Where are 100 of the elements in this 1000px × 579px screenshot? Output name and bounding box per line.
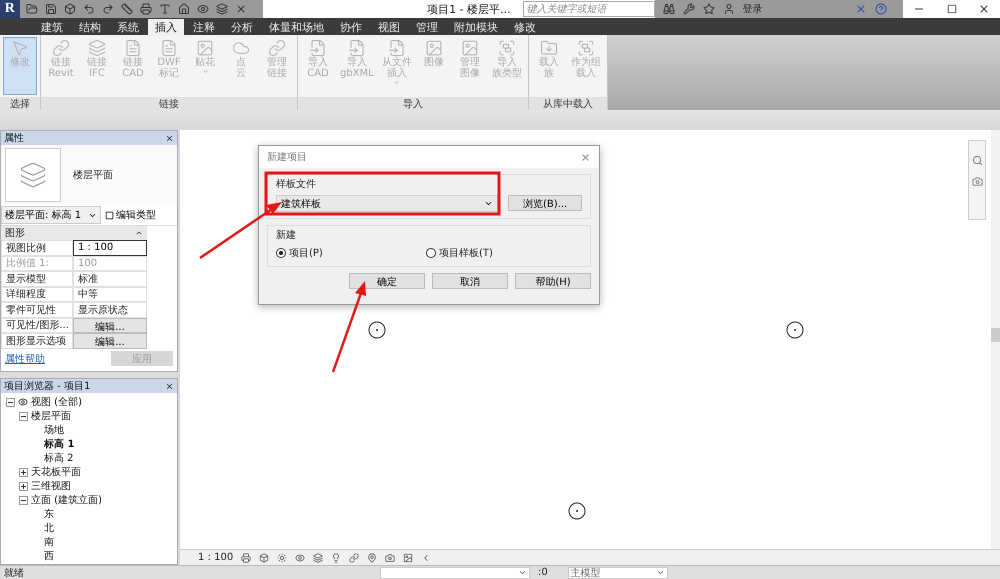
ribbon-tab[interactable]: 注释 (186, 20, 222, 35)
collapse-icon[interactable] (19, 496, 28, 504)
ribbon-tab[interactable]: 协作 (333, 20, 369, 35)
tree-item[interactable]: 立面 (建筑立面) (31, 493, 102, 507)
close-icon[interactable] (165, 382, 174, 390)
tree-item[interactable]: 北 (44, 521, 54, 535)
property-label: 详细程度 (1, 286, 73, 302)
toolbar-icon[interactable] (64, 3, 76, 15)
toolbar-icon[interactable] (26, 3, 38, 15)
view-control-icon[interactable] (367, 552, 378, 562)
maximize-icon (946, 4, 956, 14)
ribbon-tab[interactable]: 分析 (224, 20, 260, 35)
star-icon[interactable] (702, 3, 715, 15)
view-control-icon[interactable] (385, 552, 396, 562)
toolbar-icon[interactable] (140, 3, 152, 15)
ribbon-tool-icon (576, 39, 595, 57)
close-icon (978, 3, 990, 15)
view-control-icon[interactable] (259, 552, 270, 562)
expand-icon[interactable] (19, 482, 28, 490)
toolbar-icon[interactable] (196, 3, 209, 15)
tree-item[interactable]: 楼层平面 (31, 409, 71, 423)
toolbar-icon[interactable] (158, 3, 171, 15)
ribbon-tab[interactable]: 体量和场地 (262, 20, 331, 35)
radio-option[interactable]: 项目(P) (276, 246, 426, 260)
tree-item[interactable]: 场地 (44, 423, 64, 437)
toolbar-icon[interactable] (44, 3, 57, 15)
ribbon-tab[interactable]: 附加模块 (447, 20, 505, 35)
caret-icon (518, 568, 527, 577)
close-icon[interactable] (165, 134, 174, 142)
tree-item[interactable]: 天花板平面 (31, 465, 81, 479)
sign-in-link[interactable]: 登录 (742, 2, 763, 16)
dialog-button[interactable]: 取消 (432, 273, 508, 289)
ribbon-tab[interactable]: 系统 (110, 20, 146, 35)
view-control-icon[interactable] (313, 552, 324, 562)
camera-icon[interactable] (972, 176, 982, 187)
panel-title: 导入 (402, 98, 423, 110)
tree-item[interactable]: 三维视图 (31, 479, 71, 493)
toolbar-icon[interactable] (216, 3, 228, 15)
dialog-button[interactable]: 确定 (349, 273, 425, 289)
expand-icon[interactable] (19, 468, 28, 476)
toolbar-icon[interactable] (102, 3, 114, 15)
tree-item[interactable]: 标高 1 (44, 437, 74, 451)
type-selector[interactable]: 楼层平面: 标高 1 (1, 206, 101, 224)
property-value: 100 (73, 256, 147, 271)
help-link[interactable]: 属性帮助 (5, 352, 45, 366)
view-control-icon[interactable] (277, 552, 288, 562)
ribbon-tab[interactable]: 结构 (72, 20, 108, 35)
template-dropdown[interactable]: 建筑样板 (276, 195, 498, 212)
ribbon-tool-icon (196, 39, 214, 57)
toolbar-icon[interactable] (234, 3, 247, 15)
view-control-icon[interactable] (349, 552, 360, 562)
browse-button[interactable]: 浏览(B)... (508, 195, 582, 211)
edit-type-button[interactable]: 编辑类型 (105, 208, 156, 222)
ribbon-tab[interactable]: 视图 (371, 20, 407, 35)
toolbar-icon[interactable] (178, 3, 190, 15)
app-logo[interactable]: R (0, 0, 20, 18)
radio-option[interactable]: 项目样板(T) (426, 246, 576, 260)
property-label: 显示模型 (1, 271, 73, 286)
ribbon-tool-icon (388, 39, 406, 57)
property-edit-button[interactable]: 编辑... (73, 333, 147, 348)
group-heading: 图形 (5, 227, 25, 240)
dialog-button[interactable]: 帮助(H) (515, 273, 591, 289)
ribbon-tab[interactable]: 建筑 (34, 20, 70, 35)
tree-item[interactable]: 西 (44, 549, 54, 563)
tree-item[interactable]: 东 (44, 507, 54, 521)
view-control-icon[interactable] (331, 552, 342, 562)
property-edit-button[interactable]: 编辑... (73, 318, 147, 333)
search-field[interactable]: 键入关键字或短语 (522, 1, 655, 17)
collapse-icon[interactable] (135, 229, 143, 237)
edit-type-icon (105, 210, 114, 220)
design-option-field[interactable]: 主模型 (568, 566, 668, 578)
binoculars-icon[interactable] (662, 3, 675, 15)
scrollbar[interactable] (991, 130, 1000, 549)
tree-item[interactable]: 视图 (全部) (31, 395, 82, 409)
view-control-icon[interactable] (403, 552, 414, 562)
property-input[interactable]: 1 : 100 (73, 240, 147, 256)
zoom-icon[interactable] (972, 155, 982, 166)
ribbon-tool-icon (348, 39, 366, 57)
workset-field[interactable] (380, 566, 530, 578)
view-control-icon[interactable] (295, 552, 306, 562)
tree-item[interactable]: 标高 2 (44, 451, 74, 465)
x-logo-icon[interactable] (854, 3, 867, 15)
collapse-icon[interactable] (6, 398, 15, 406)
navigation-bar[interactable] (968, 140, 986, 220)
ribbon-tab[interactable]: 管理 (409, 20, 445, 35)
ribbon-tool-icon (540, 39, 558, 57)
type-name: 楼层平面 (73, 168, 113, 182)
wrench-icon[interactable] (682, 3, 695, 15)
toolbar-icon[interactable] (120, 3, 133, 15)
view-icon (18, 397, 28, 407)
help-icon[interactable] (874, 3, 887, 15)
ribbon-tab[interactable]: 修改 (507, 20, 543, 35)
user-icon[interactable] (722, 3, 735, 15)
view-scale[interactable]: 1 : 100 (198, 552, 234, 563)
ribbon-tab[interactable]: 插入 (148, 19, 184, 35)
toolbar-icon[interactable] (82, 3, 95, 15)
property-value: 标准 (73, 271, 147, 286)
tree-item[interactable]: 南 (44, 535, 54, 549)
collapse-icon[interactable] (19, 412, 28, 420)
view-control-icon[interactable] (241, 552, 252, 562)
